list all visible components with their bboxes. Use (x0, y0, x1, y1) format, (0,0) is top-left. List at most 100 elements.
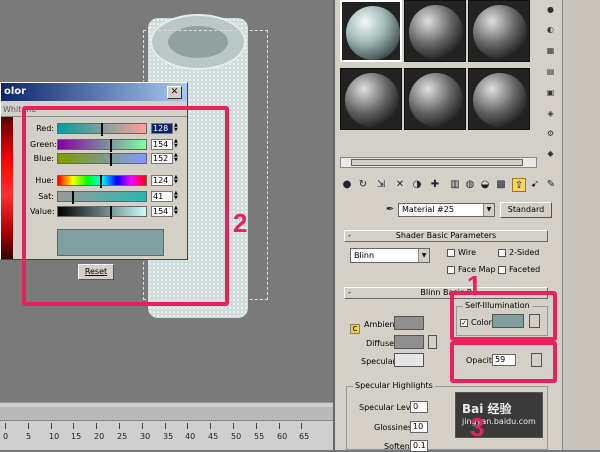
ambient-swatch[interactable] (394, 316, 424, 330)
sample-slot[interactable] (468, 0, 530, 62)
show-end-result-icon[interactable]: ▩ (494, 178, 508, 192)
shader-basic-parameters-rollout[interactable]: - Shader Basic Parameters (344, 230, 548, 242)
lock-icon[interactable]: C (350, 324, 360, 334)
put-to-scene-icon[interactable]: ↻ (356, 178, 370, 192)
shader-type-select[interactable]: Blinn ▼ (350, 248, 430, 263)
ruler-label: 45 (208, 432, 219, 441)
assign-to-selection-icon[interactable]: ⇲ (374, 178, 388, 192)
time-slider-track[interactable] (0, 407, 333, 421)
go-to-parent-icon[interactable]: ⇪ (512, 178, 526, 192)
ruler-label: 0 (3, 432, 9, 441)
sample-slot-active[interactable] (340, 0, 402, 62)
ruler-label: 40 (185, 432, 196, 441)
go-forward-icon[interactable]: ➹ (528, 178, 542, 192)
annotation-number-2: 2 (233, 208, 248, 238)
get-material-icon[interactable]: ● (340, 178, 354, 192)
checkbox-box[interactable] (498, 265, 506, 274)
ruler-tick (279, 423, 280, 429)
sample-sphere (409, 73, 463, 127)
ruler-label: 30 (140, 432, 151, 441)
chevron-down-icon[interactable]: ▼ (483, 204, 494, 216)
diffuse-label: Diffuse: (366, 339, 397, 348)
sample-sphere (346, 6, 400, 60)
material-type-button[interactable]: Standard (500, 202, 552, 218)
annotation-number-3: 3 (470, 412, 485, 442)
eyedropper-icon[interactable]: ✒ (383, 203, 397, 217)
checkbox-box[interactable] (447, 265, 455, 274)
ruler-tick (28, 423, 29, 429)
scrollbar-thumb[interactable] (351, 159, 523, 166)
glossiness-spinner[interactable]: 10 (410, 421, 428, 433)
ruler-tick (165, 423, 166, 429)
sample-slot-scrollbar[interactable] (340, 157, 537, 168)
material-name-field[interactable]: Material #25 ▼ (398, 203, 495, 217)
background-icon[interactable]: ▦ (545, 45, 556, 57)
ruler-tick (256, 423, 257, 429)
diffuse-map-button[interactable] (428, 335, 437, 349)
rollout-title: Shader Basic Parameters (395, 231, 497, 240)
checkbox-box[interactable] (498, 248, 506, 257)
ruler-label: 50 (231, 432, 242, 441)
material-name-text: Material #25 (402, 205, 454, 214)
ruler-label: 5 (26, 432, 32, 441)
options-icon[interactable]: ⚙ (545, 128, 556, 140)
checkbox-label: Wire (458, 248, 476, 257)
sample-sphere (345, 73, 399, 127)
ruler-tick (210, 423, 211, 429)
chevron-down-icon[interactable]: ▼ (418, 249, 429, 262)
put-to-library-icon[interactable]: ▥ (448, 178, 462, 192)
material-id-icon[interactable]: ◍ (463, 178, 477, 192)
sample-sphere (409, 5, 463, 59)
ruler-tick (73, 423, 74, 429)
ruler-tick (51, 423, 52, 429)
two-sided-checkbox[interactable]: 2-Sided (498, 248, 539, 258)
uv-tiling-icon[interactable]: ▤ (545, 66, 556, 78)
dialog-titlebar[interactable] (1, 83, 187, 101)
sample-slot[interactable] (468, 68, 530, 130)
ruler-label: 55 (254, 432, 265, 441)
make-copy-icon[interactable]: ◑ (410, 178, 424, 192)
checkbox-box[interactable] (447, 248, 455, 257)
collapse-icon: - (348, 231, 351, 240)
sample-slot[interactable] (340, 68, 402, 130)
ruler-label: 65 (299, 432, 310, 441)
ruler-label: 10 (49, 432, 60, 441)
sample-type-icon[interactable]: ● (545, 4, 556, 16)
specular-level-spinner[interactable]: 0 (410, 401, 428, 413)
annotation-number-1: 1 (467, 270, 482, 300)
ruler-label: 15 (71, 432, 82, 441)
highlight-box-3 (450, 341, 557, 383)
make-unique-icon[interactable]: ✚ (428, 178, 442, 192)
ruler-label: 20 (94, 432, 105, 441)
ruler-tick (233, 423, 234, 429)
sample-slot[interactable] (404, 68, 466, 130)
ruler-tick (142, 423, 143, 429)
make-preview-icon[interactable]: ◈ (545, 108, 556, 120)
command-panel-edge (562, 0, 600, 450)
soften-spinner[interactable]: 0.1 (410, 440, 428, 452)
lock-letter: C (352, 325, 358, 333)
wire-checkbox[interactable]: Wire (447, 248, 476, 258)
sample-sphere (473, 5, 527, 59)
highlight-box-2 (22, 106, 229, 306)
faceted-checkbox[interactable]: Faceted (498, 265, 540, 275)
collapse-icon: - (348, 288, 351, 297)
timeline-ruler[interactable]: 0 5 10 15 20 25 30 35 40 45 50 55 60 65 (0, 402, 333, 450)
pick-material-icon[interactable]: ✎ (544, 178, 558, 192)
ruler-label: 35 (163, 432, 174, 441)
checkbox-label: Faceted (509, 265, 541, 274)
backlight-icon[interactable]: ◐ (545, 24, 556, 36)
delete-icon[interactable]: ✕ (393, 178, 407, 192)
select-by-material-icon[interactable]: ◆ (545, 148, 556, 160)
specular-swatch[interactable] (394, 353, 424, 367)
ruler-tick (96, 423, 97, 429)
close-button[interactable]: ✕ (167, 86, 182, 99)
diffuse-swatch[interactable] (394, 335, 424, 349)
dialog-title: olor (4, 86, 27, 97)
video-check-icon[interactable]: ▣ (545, 87, 556, 99)
show-map-icon[interactable]: ◒ (478, 178, 492, 192)
sample-slot[interactable] (404, 0, 466, 62)
specular-label: Specular: (361, 357, 399, 366)
hue-spectrum[interactable] (1, 117, 13, 259)
ruler-label: 60 (277, 432, 288, 441)
